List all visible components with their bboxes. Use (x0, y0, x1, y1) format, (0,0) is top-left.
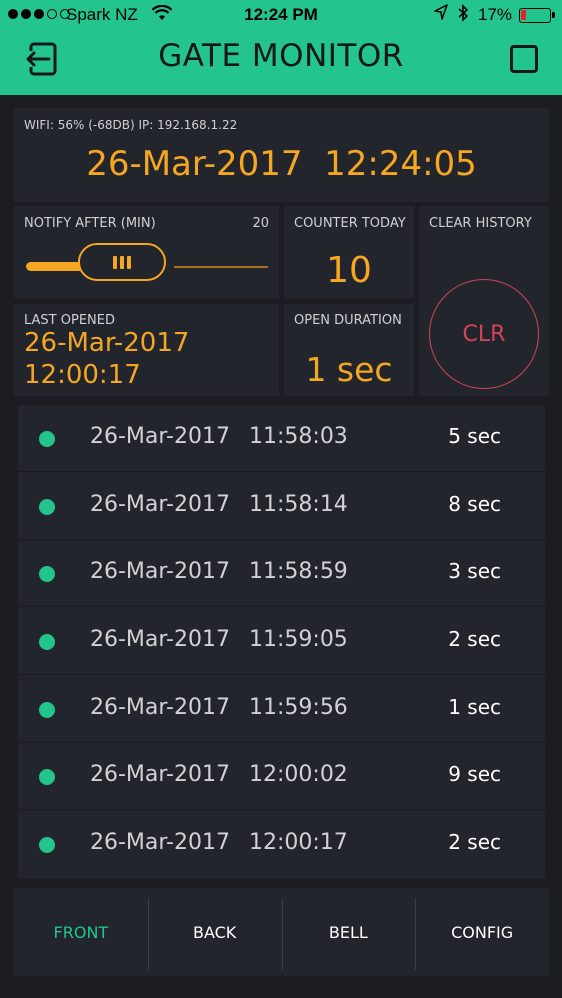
table-row[interactable]: 26-Mar-2017 11:59:56 1 sec (18, 676, 545, 743)
row-time: 12:00:02 (249, 762, 348, 787)
row-time: 12:00:17 (249, 830, 348, 855)
app-header: Spark NZ 12:24 PM 17% GATE MONITOR (0, 0, 562, 95)
bluetooth-icon (457, 4, 469, 27)
table-row[interactable]: 26-Mar-2017 11:58:14 8 sec (18, 473, 545, 540)
status-dot (39, 702, 55, 718)
clear-history-label: CLEAR HISTORY (429, 216, 532, 231)
tab-config[interactable]: CONFIG (415, 888, 549, 976)
status-bar: Spark NZ 12:24 PM 17% (0, 0, 562, 30)
table-row[interactable]: 26-Mar-2017 11:59:05 2 sec (18, 608, 545, 675)
last-opened-label: LAST OPENED (24, 313, 115, 328)
clear-history-panel: CLEAR HISTORY CLR (419, 206, 549, 396)
row-date: 26-Mar-2017 (90, 695, 230, 720)
row-date: 26-Mar-2017 (90, 830, 230, 855)
row-duration: 2 sec (448, 830, 501, 854)
battery-icon (519, 8, 555, 23)
tab-back[interactable]: BACK (147, 888, 282, 976)
counter-today-value: 10 (326, 250, 372, 291)
table-row[interactable]: 26-Mar-2017 12:00:17 2 sec (18, 811, 545, 878)
network-status: WIFI: 56% (-68DB) IP: 192.168.1.22 (24, 118, 238, 132)
table-row[interactable]: 26-Mar-2017 11:58:03 5 sec (18, 405, 545, 472)
status-dot (39, 431, 55, 447)
row-duration: 8 sec (448, 492, 501, 516)
page-title: GATE MONITOR (158, 38, 404, 74)
battery-percent: 17% (478, 5, 513, 24)
last-opened-panel: LAST OPENED 26-Mar-2017 12:00:17 (14, 304, 279, 396)
notify-after-panel: NOTIFY AFTER (MIN) 20 (14, 206, 279, 298)
status-dot (39, 634, 55, 650)
notify-after-label: NOTIFY AFTER (MIN) (24, 216, 156, 231)
device-clock: 26-Mar-2017 12:24:05 (86, 144, 477, 184)
row-duration: 9 sec (448, 762, 501, 786)
device-info-panel: WIFI: 56% (-68DB) IP: 192.168.1.22 26-Ma… (14, 108, 549, 202)
row-date: 26-Mar-2017 (90, 492, 230, 517)
history-table[interactable]: 26-Mar-2017 11:58:03 5 sec 26-Mar-2017 1… (18, 405, 545, 879)
row-duration: 3 sec (448, 559, 501, 583)
row-time: 11:58:59 (249, 559, 348, 584)
row-date: 26-Mar-2017 (90, 559, 230, 584)
row-duration: 2 sec (448, 627, 501, 651)
clear-history-button[interactable]: CLR (429, 279, 539, 389)
status-dot (39, 769, 55, 785)
row-duration: 5 sec (448, 424, 501, 448)
row-time: 11:58:14 (249, 492, 348, 517)
tab-front[interactable]: FRONT (14, 888, 148, 976)
row-time: 11:58:03 (249, 424, 348, 449)
table-row[interactable]: 26-Mar-2017 11:58:59 3 sec (18, 540, 545, 607)
row-date: 26-Mar-2017 (90, 424, 230, 449)
row-date: 26-Mar-2017 (90, 762, 230, 787)
counter-today-label: COUNTER TODAY (294, 216, 406, 231)
row-time: 11:59:56 (249, 695, 348, 720)
square-icon[interactable] (510, 45, 538, 73)
open-duration-label: OPEN DURATION (294, 313, 402, 328)
status-dot (39, 837, 55, 853)
open-duration-value: 1 sec (305, 350, 393, 389)
notify-slider-thumb[interactable] (78, 243, 166, 281)
notify-after-value: 20 (252, 216, 269, 231)
row-duration: 1 sec (448, 695, 501, 719)
table-row[interactable]: 26-Mar-2017 12:00:02 9 sec (18, 743, 545, 810)
location-arrow-icon (434, 4, 448, 25)
tab-bell[interactable]: BELL (281, 888, 416, 976)
row-date: 26-Mar-2017 (90, 627, 230, 652)
counter-today-panel: COUNTER TODAY 10 (284, 206, 414, 298)
slider-track-empty[interactable] (174, 266, 268, 268)
status-dot (39, 499, 55, 515)
tab-bar: FRONT BACK BELL CONFIG (14, 888, 549, 976)
last-opened-time: 12:00:17 (24, 360, 141, 390)
open-duration-panel: OPEN DURATION 1 sec (284, 304, 414, 396)
row-time: 11:59:05 (249, 627, 348, 652)
last-opened-date: 26-Mar-2017 (24, 328, 190, 358)
status-dot (39, 566, 55, 582)
